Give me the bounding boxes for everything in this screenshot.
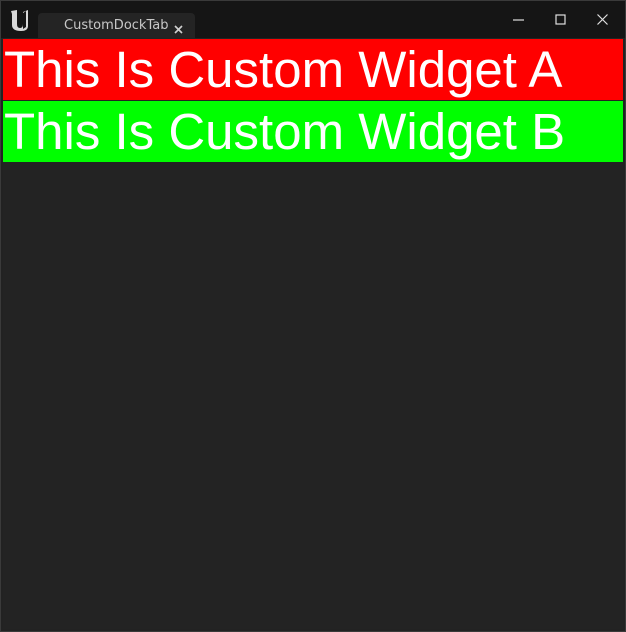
minimize-button[interactable] — [498, 1, 540, 38]
close-button[interactable] — [582, 1, 624, 38]
tab-custom-dock[interactable]: CustomDockTab — [38, 13, 195, 38]
custom-widget-b-text: This Is Custom Widget B — [4, 103, 566, 160]
title-bar[interactable]: CustomDockTab — [1, 1, 625, 38]
maximize-button[interactable] — [540, 1, 582, 38]
custom-widget-a-text: This Is Custom Widget A — [4, 41, 563, 98]
maximize-icon — [555, 14, 566, 25]
app-window: CustomDockTab This Is Custom Widget A Th… — [0, 0, 626, 632]
tab-label: CustomDockTab — [64, 18, 169, 33]
dock-tab-content: This Is Custom Widget A This Is Custom W… — [3, 38, 623, 629]
unreal-engine-logo-icon — [7, 7, 33, 33]
close-icon[interactable] — [173, 20, 184, 34]
custom-widget-b: This Is Custom Widget B — [3, 101, 623, 162]
close-icon — [597, 14, 608, 25]
minimize-icon — [513, 19, 524, 21]
custom-widget-a: This Is Custom Widget A — [3, 39, 623, 100]
